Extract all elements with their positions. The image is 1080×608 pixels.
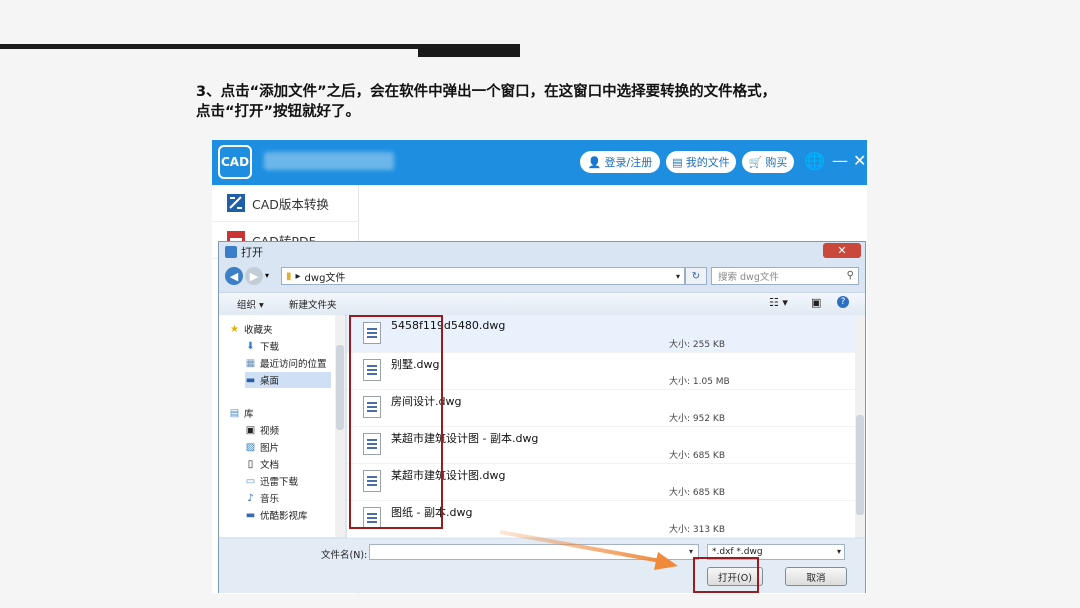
sidebar-item-cad-version[interactable]: CAD版本转换 — [212, 185, 358, 222]
history-dropdown-icon[interactable]: ▾ — [265, 271, 269, 280]
buy-label: 购买 — [765, 156, 788, 169]
video-icon: ▣ — [245, 424, 256, 436]
highlight-box-open — [693, 557, 759, 593]
nav-pictures[interactable]: ▨ 图片 — [245, 439, 279, 455]
refresh-icon: ↻ — [691, 270, 701, 282]
scrollbar-thumb[interactable] — [856, 415, 864, 515]
breadcrumb-chevron-icon: ▸ — [295, 270, 301, 282]
music-icon: ♪ — [247, 492, 254, 504]
address-dropdown-icon[interactable]: ▾ — [676, 272, 680, 281]
document-icon: ▤ — [672, 155, 683, 169]
file-size: 大小: 1.05 MB — [669, 377, 730, 387]
folder-icon: ▭ — [245, 475, 256, 487]
cart-icon: 🛒 — [748, 155, 763, 169]
folder-icon: ▮ — [286, 270, 292, 282]
app-logo: CAD — [218, 145, 252, 179]
organize-menu[interactable]: 组织 ▾ — [237, 297, 264, 311]
file-size: 大小: 685 KB — [669, 488, 726, 498]
login-label: 登录/注册 — [604, 156, 653, 169]
nav-label: 视频 — [260, 426, 280, 437]
instruction-text: 3、点击“添加文件”之后，会在软件中弹出一个窗口，在这窗口中选择要转换的文件格式… — [196, 82, 896, 122]
dialog-toolbar: 组织 ▾ 新建文件夹 ☷ ▾ ▣ ? — [219, 292, 865, 316]
desktop-icon: ▬ — [245, 374, 256, 386]
my-files-label: 我的文件 — [685, 156, 730, 169]
nav-videos[interactable]: ▣ 视频 — [245, 422, 279, 438]
nav-recent[interactable]: ▦ 最近访问的位置 — [245, 355, 327, 371]
address-row: ◀ ▶ ▾ ▮ ▸ dwg文件 ▾ ↻ 搜索 dwg文件 ⚲ — [219, 264, 865, 290]
close-button[interactable]: ✕ — [853, 151, 866, 170]
minimize-button[interactable]: — — [832, 151, 848, 170]
scrollbar-thumb[interactable] — [336, 345, 344, 430]
app-screenshot: CAD 👤 登录/注册 ▤ 我的文件 🛒 购买 🌐 — ✕ CAD版本转换 CA… — [212, 140, 867, 594]
user-icon: 👤 — [587, 155, 602, 169]
view-options-icon[interactable]: ☷ ▾ — [769, 296, 788, 309]
highlight-box-files — [349, 315, 443, 529]
search-placeholder: 搜索 dwg文件 — [718, 272, 779, 283]
search-icon: ⚲ — [846, 270, 854, 281]
file-size: 大小: 255 KB — [669, 340, 726, 350]
navigation-scrollbar[interactable] — [335, 315, 345, 537]
preview-pane-icon[interactable]: ▣ — [811, 296, 821, 309]
nav-desktop[interactable]: ▬ 桌面 — [245, 372, 331, 388]
arrow-left-icon: ◀ — [229, 269, 239, 283]
instruction-line-2: 点击“打开”按钮就好了。 — [196, 104, 361, 120]
app-title-blurred — [264, 152, 394, 170]
nav-label: 桌面 — [260, 376, 280, 387]
nav-label: 库 — [244, 409, 254, 420]
star-icon: ★ — [230, 323, 239, 335]
nav-label: 优酷影视库 — [260, 511, 308, 522]
my-files-button[interactable]: ▤ 我的文件 — [666, 151, 736, 173]
help-icon[interactable]: ? — [837, 296, 849, 308]
decorative-bar-thick — [418, 44, 520, 57]
nav-label: 文档 — [260, 460, 280, 471]
buy-button[interactable]: 🛒 购买 — [742, 151, 794, 173]
download-icon: ⬇ — [246, 340, 255, 352]
instruction-line-1: 3、点击“添加文件”之后，会在软件中弹出一个窗口，在这窗口中选择要转换的文件格式… — [196, 84, 777, 100]
search-input[interactable]: 搜索 dwg文件 ⚲ — [711, 267, 859, 285]
nav-label: 最近访问的位置 — [260, 359, 327, 370]
filename-label: 文件名(N): — [321, 550, 368, 561]
dialog-title: 打开 — [241, 246, 263, 259]
file-list-scrollbar[interactable] — [855, 315, 865, 537]
nav-youku-library[interactable]: ▬ 优酷影视库 — [245, 507, 308, 523]
file-size: 大小: 685 KB — [669, 451, 726, 461]
dialog-titlebar: 打开 — [219, 242, 865, 262]
file-size: 大小: 952 KB — [669, 414, 726, 424]
dialog-icon — [225, 246, 237, 258]
library-icon: ▤ — [229, 407, 240, 419]
dialog-close-button[interactable]: ✕ — [823, 243, 861, 258]
app-header: CAD 👤 登录/注册 ▤ 我的文件 🛒 购买 🌐 — ✕ — [212, 140, 867, 185]
nav-library[interactable]: ▤ 库 — [229, 405, 254, 421]
navigation-pane: ★ 收藏夹 ⬇ 下载 ▦ 最近访问的位置 ▬ 桌面 ▤ 库 ▣ 视频 ▨ 图片 ▯ 文档 ▭ 迅雷… — [219, 315, 336, 537]
nav-label: 收藏夹 — [244, 325, 273, 336]
refresh-button[interactable]: ↻ — [685, 267, 707, 285]
picture-icon: ▨ — [245, 441, 256, 453]
back-button[interactable]: ◀ — [225, 267, 243, 285]
globe-icon[interactable]: 🌐 — [804, 152, 825, 172]
breadcrumb-current: dwg文件 — [304, 272, 346, 284]
nav-documents[interactable]: ▯ 文档 — [245, 456, 279, 472]
nav-thunder-downloads[interactable]: ▭ 迅雷下载 — [245, 473, 298, 489]
pointer-arrow-icon — [499, 530, 678, 570]
new-folder-button[interactable]: 新建文件夹 — [289, 297, 337, 311]
nav-favorites[interactable]: ★ 收藏夹 — [229, 321, 273, 337]
nav-downloads[interactable]: ⬇ 下载 — [245, 338, 279, 354]
nav-label: 下载 — [260, 342, 280, 353]
filetype-value: *.dxf *.dwg — [712, 547, 763, 557]
nav-label: 迅雷下载 — [260, 477, 299, 488]
nav-music[interactable]: ♪ 音乐 — [245, 490, 279, 506]
login-button[interactable]: 👤 登录/注册 — [580, 151, 660, 173]
chevron-down-icon: ▾ — [836, 547, 841, 556]
nav-label: 图片 — [260, 443, 280, 454]
document-icon: ▯ — [247, 458, 254, 470]
convert-icon — [226, 193, 246, 213]
nav-label: 音乐 — [260, 494, 280, 505]
cancel-button[interactable]: 取消 — [785, 567, 847, 586]
forward-button[interactable]: ▶ — [245, 267, 263, 285]
folder-icon: ▬ — [245, 509, 256, 521]
sidebar-item-label: CAD版本转换 — [252, 196, 329, 212]
recent-places-icon: ▦ — [245, 357, 256, 369]
address-bar[interactable]: ▮ ▸ dwg文件 ▾ — [281, 267, 685, 285]
arrow-right-icon: ▶ — [249, 269, 259, 283]
